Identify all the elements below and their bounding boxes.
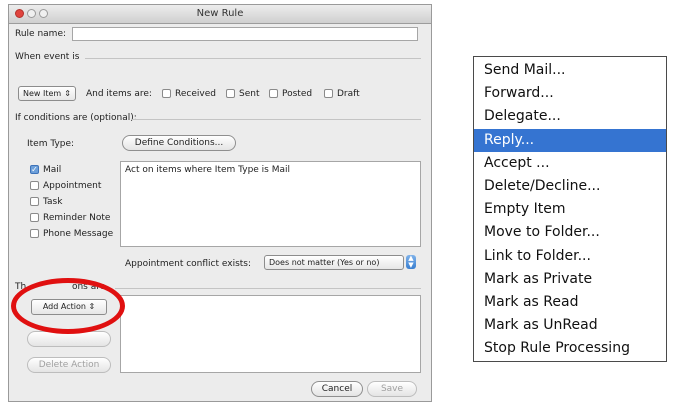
event-popup[interactable]: New Item ⇕: [18, 86, 76, 101]
received-label: Received: [175, 89, 216, 99]
draft-checkbox[interactable]: [324, 89, 333, 98]
task-checkbox[interactable]: [30, 197, 39, 206]
define-conditions-button[interactable]: Define Conditions...: [122, 135, 236, 151]
menu-item-delete-decline[interactable]: Delete/Decline...: [474, 175, 666, 198]
event-popup-value: New Item: [23, 89, 62, 98]
reminder-note-checkbox[interactable]: [30, 213, 39, 222]
menu-item-mark-as-unread[interactable]: Mark as UnRead: [474, 314, 666, 337]
menu-item-mark-as-private[interactable]: Mark as Private: [474, 268, 666, 291]
menu-item-send-mail[interactable]: Send Mail...: [474, 59, 666, 82]
new-rule-window: New Rule Rule name: When event is New It…: [8, 4, 432, 402]
conditions-label: If conditions are (optional):: [15, 113, 137, 123]
window-title: New Rule: [196, 8, 244, 19]
popup-arrows-icon: ⇕: [64, 89, 71, 98]
received-checkbox[interactable]: [162, 89, 171, 98]
posted-checkbox[interactable]: [269, 89, 278, 98]
conditions-description: Act on items where Item Type is Mail: [120, 161, 421, 247]
menu-item-empty-item[interactable]: Empty Item: [474, 198, 666, 221]
item-type-label: Item Type:: [27, 139, 75, 149]
rule-name-label: Rule name:: [15, 29, 67, 39]
mail-checkbox[interactable]: ✓: [30, 165, 39, 174]
save-button[interactable]: Save: [367, 381, 417, 397]
rule-name-field[interactable]: [72, 27, 418, 41]
draft-label: Draft: [337, 89, 360, 99]
menu-item-move-to-folder[interactable]: Move to Folder...: [474, 221, 666, 244]
when-event-label: When event is: [15, 52, 80, 62]
red-highlight-circle: [11, 278, 125, 334]
task-label: Task: [43, 197, 63, 207]
conflict-popup-value: Does not matter (Yes or no): [269, 258, 380, 267]
menu-item-mark-as-read[interactable]: Mark as Read: [474, 291, 666, 314]
appointment-label: Appointment: [43, 181, 102, 191]
menu-item-reply[interactable]: Reply...: [474, 128, 666, 152]
sent-label: Sent: [239, 89, 260, 99]
menu-item-accept[interactable]: Accept ...: [474, 152, 666, 175]
conflict-label: Appointment conflict exists:: [125, 259, 252, 269]
conflict-popup-arrows-icon[interactable]: ▲ ▼: [406, 255, 416, 269]
menu-item-delegate[interactable]: Delegate...: [474, 105, 666, 128]
appointment-checkbox[interactable]: [30, 181, 39, 190]
posted-label: Posted: [282, 89, 313, 99]
mail-label: Mail: [43, 165, 62, 175]
conditions-description-text: Act on items where Item Type is Mail: [125, 165, 291, 175]
cancel-button[interactable]: Cancel: [311, 381, 363, 397]
sent-checkbox[interactable]: [226, 89, 235, 98]
menu-item-forward[interactable]: Forward...: [474, 82, 666, 105]
items-are-label: And items are:: [86, 89, 152, 99]
reminder-note-label: Reminder Note: [43, 213, 111, 223]
phone-message-checkbox[interactable]: [30, 229, 39, 238]
conflict-popup[interactable]: Does not matter (Yes or no): [264, 255, 404, 270]
actions-list[interactable]: [120, 295, 421, 373]
add-action-menu: Send Mail... Forward... Delegate... Repl…: [473, 56, 667, 362]
title-bar[interactable]: New Rule: [9, 5, 431, 24]
menu-item-link-to-folder[interactable]: Link to Folder...: [474, 245, 666, 268]
menu-item-stop-rule-processing[interactable]: Stop Rule Processing: [474, 337, 666, 360]
delete-action-button[interactable]: Delete Action: [27, 357, 111, 373]
phone-message-label: Phone Message: [43, 229, 114, 239]
